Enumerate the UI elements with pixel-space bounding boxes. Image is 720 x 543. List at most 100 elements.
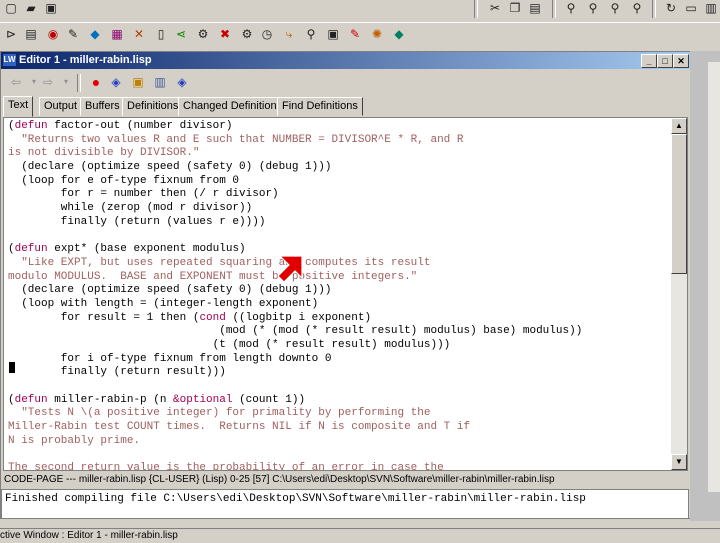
search-icon[interactable]: ⚲ (606, 0, 624, 16)
code-line[interactable]: (mod (* (mod (* result result) modulus) … (8, 325, 582, 339)
tools-icon[interactable]: ✕ (130, 26, 148, 42)
grid-icon[interactable]: ▦ (108, 26, 126, 42)
scroll-down-arrow-icon[interactable]: ▼ (671, 454, 687, 470)
clock-icon[interactable]: ◷ (258, 26, 276, 42)
code-token: ( (8, 393, 15, 406)
echo-area[interactable]: Finished compiling file C:\Users\edi\Des… (1, 489, 689, 519)
close-button[interactable]: ✕ (673, 54, 689, 68)
replace-icon[interactable]: ⚲ (628, 0, 646, 16)
code-string: The second return value is the probabili… (8, 462, 444, 471)
code-line[interactable]: (loop for e of-type fixnum from 0 (8, 175, 582, 189)
window-icon[interactable]: ▭ (682, 0, 700, 16)
code-keyword: defun (14, 393, 48, 406)
system-browser-icon[interactable]: ▣ (324, 26, 342, 42)
listener-icon[interactable]: ▤ (22, 26, 40, 42)
compile-buffer-icon[interactable]: ▥ (151, 74, 169, 90)
tab-output[interactable]: Output (39, 97, 83, 116)
vertical-scrollbar[interactable]: ▲ ▼ (671, 118, 687, 470)
code-line[interactable]: (declare (optimize speed (safety 0) (deb… (8, 284, 582, 298)
breakpoint-icon[interactable]: ● (87, 74, 105, 90)
edit-icon[interactable]: ✎ (64, 26, 82, 42)
editor-title: Editor 1 - miller-rabin.lisp (19, 54, 152, 66)
compile-icon[interactable]: ▣ (129, 74, 147, 90)
code-token: expt* (base exponent modulus) (47, 243, 246, 256)
tab-find-definitions[interactable]: Find Definitions (277, 97, 363, 116)
tab-text[interactable]: Text (3, 96, 34, 117)
code-line[interactable] (8, 380, 582, 394)
gem-icon[interactable]: ◆ (390, 26, 408, 42)
code-line[interactable]: N is probably prime. (8, 435, 582, 449)
toolbar-separator (552, 0, 556, 18)
clipboard-icon[interactable]: ▯ (152, 26, 170, 42)
code-line[interactable]: for result = 1 then (cond ((logbitp i ex… (8, 312, 582, 326)
inspect-icon[interactable]: ⊳ (2, 26, 20, 42)
open-folder-icon[interactable]: ▰ (22, 0, 40, 16)
code-line[interactable]: finally (return (values r e)))) (8, 216, 582, 230)
code-line[interactable]: (t (mod (* result result) modulus))) (8, 339, 582, 353)
code-keyword: defun (14, 243, 48, 256)
debugger-icon[interactable]: ⚙ (194, 26, 212, 42)
code-line[interactable] (8, 449, 582, 463)
code-line[interactable] (8, 230, 582, 244)
search-files-icon[interactable]: ⚲ (302, 26, 320, 42)
code-token: (declare (optimize speed (safety 0) (deb… (8, 284, 332, 297)
code-line[interactable]: Miller-Rabin test COUNT times. Returns N… (8, 421, 582, 435)
editor-titlebar[interactable]: LW Editor 1 - miller-rabin.lisp _ □ ✕ (1, 52, 690, 69)
new-file-icon[interactable]: ▢ (2, 0, 20, 16)
copy-icon[interactable]: ❐ (506, 0, 524, 16)
code-string: N is probably prime. (8, 434, 141, 447)
code-token: ( (8, 120, 15, 132)
find-file-icon[interactable]: ⚲ (584, 0, 602, 16)
class-browser-icon[interactable]: ◆ (86, 26, 104, 42)
cascade-icon[interactable]: ▥ (702, 0, 720, 16)
code-text[interactable]: (defun factor-out (number divisor) "Retu… (8, 120, 582, 471)
code-line[interactable]: while (zerop (mod r divisor)) (8, 202, 582, 216)
scroll-up-arrow-icon[interactable]: ▲ (671, 118, 687, 134)
toolbar-separator (652, 0, 656, 18)
evaluate-icon[interactable]: ◈ (107, 74, 125, 90)
code-string: Miller-Rabin test COUNT times. Returns N… (8, 421, 471, 434)
scroll-thumb[interactable] (671, 134, 687, 274)
toolbar-separator (77, 74, 81, 92)
code-line[interactable]: finally (return result))) (8, 366, 582, 380)
broadcast-icon[interactable]: ◉ (44, 26, 62, 42)
pencil-icon[interactable]: ✎ (346, 26, 364, 42)
maximize-button[interactable]: □ (657, 54, 673, 68)
code-line[interactable]: The second return value is the probabili… (8, 462, 582, 471)
find-icon[interactable]: ⚲ (562, 0, 580, 16)
refresh-icon[interactable]: ↻ (662, 0, 680, 16)
code-line[interactable]: "Returns two values R and E such that NU… (8, 134, 582, 148)
code-keyword: cond (199, 311, 226, 324)
tab-changed-definitions[interactable]: Changed Definitions (178, 97, 288, 116)
code-line[interactable]: is not divisible by DIVISOR." (8, 147, 582, 161)
minimize-button[interactable]: _ (641, 54, 657, 68)
code-line[interactable]: "Tests N \(a positive integer) for prima… (8, 407, 582, 421)
code-editor[interactable]: (defun factor-out (number divisor) "Retu… (3, 117, 688, 471)
save-icon[interactable]: ▣ (42, 0, 60, 16)
paste-icon[interactable]: ▤ (526, 0, 544, 16)
tree-icon[interactable]: ⋖ (172, 26, 190, 42)
back-arrow-icon[interactable]: ⇦ (7, 74, 25, 90)
path-icon[interactable]: ⤷ (280, 26, 298, 42)
tab-definitions[interactable]: Definitions (122, 97, 184, 116)
tab-buffers[interactable]: Buffers (80, 97, 125, 116)
code-line[interactable]: (loop with length = (integer-length expo… (8, 298, 582, 312)
processes-icon[interactable]: ⚙ (238, 26, 256, 42)
editor-tabs: Text Output Buffers Definitions Changed … (1, 96, 690, 117)
background-scrollbar[interactable] (708, 62, 720, 492)
code-line[interactable]: (defun miller-rabin-p (n &optional (coun… (8, 394, 582, 408)
code-line[interactable]: (declare (optimize speed (safety 0) (deb… (8, 161, 582, 175)
code-string: modulo MODULUS. BASE and EXPONENT must b… (8, 270, 418, 283)
cut-icon[interactable]: ✂ (486, 0, 504, 16)
code-line[interactable]: (defun factor-out (number divisor) (8, 120, 582, 134)
code-token: (count 1)) (232, 393, 306, 406)
red-arrow-pointer-icon (277, 255, 303, 283)
forward-history-dropdown-icon[interactable]: ▾ (57, 74, 75, 90)
stop-icon[interactable]: ✖ (216, 26, 234, 42)
code-line[interactable]: for i of-type fixnum from length downto … (8, 353, 582, 367)
code-string: "Tests N \(a positive integer) for prima… (8, 407, 431, 420)
cookie-icon[interactable]: ✺ (368, 26, 386, 42)
forward-arrow-icon[interactable]: ⇨ (39, 74, 57, 90)
load-icon[interactable]: ◈ (173, 74, 191, 90)
code-line[interactable]: for r = number then (/ r divisor) (8, 188, 582, 202)
